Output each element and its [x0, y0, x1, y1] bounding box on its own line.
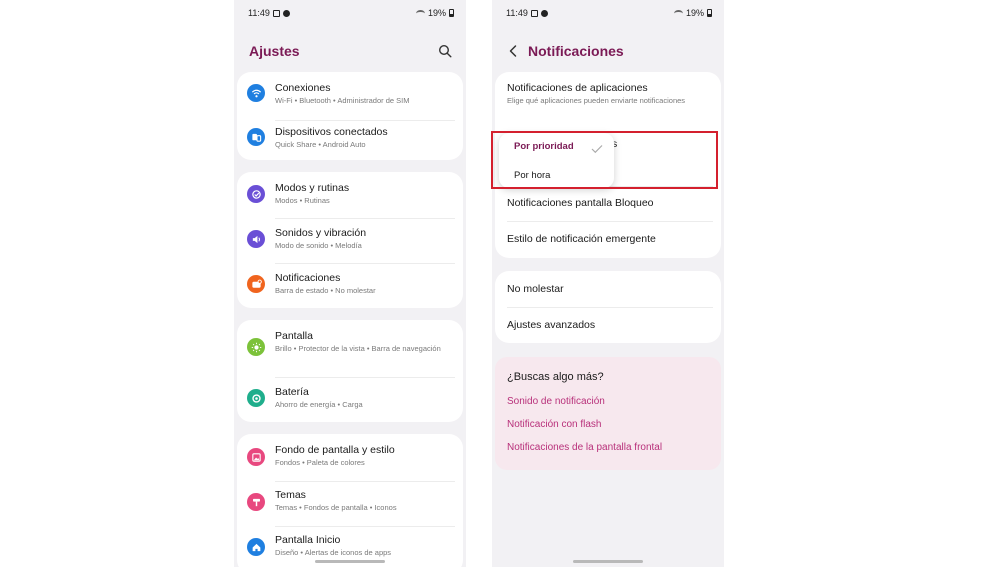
settings-group-display: Pantalla Brillo • Protector de la vista … — [237, 320, 463, 422]
item-subtitle: Elige qué aplicaciones pueden enviarte n… — [507, 96, 686, 105]
settings-item-connections[interactable]: Conexiones Wi-Fi • Bluetooth • Administr… — [237, 82, 463, 114]
settings-header: Ajustes — [249, 40, 452, 62]
settings-item-display[interactable]: Pantalla Brillo • Protector de la vista … — [237, 330, 463, 374]
divider — [275, 263, 455, 264]
settings-item-themes[interactable]: Temas Temas • Fondos de pantalla • Icono… — [237, 489, 463, 521]
settings-group-modes: Modos y rutinas Modos • Rutinas Sonidos … — [237, 172, 463, 308]
status-bar: 11:49 19% — [506, 7, 712, 19]
settings-item-notifications[interactable]: Notificaciones Barra de estado • No mole… — [237, 272, 463, 304]
navigation-handle[interactable] — [573, 560, 643, 563]
item-subtitle: Temas • Fondos de pantalla • Iconos — [275, 503, 397, 512]
notifications-screen: 11:49 19% Notificaciones Notificaciones … — [492, 0, 724, 567]
wallpaper-icon — [247, 448, 265, 466]
popup-style-item[interactable]: Estilo de notificación emergente — [507, 233, 711, 246]
settings-group-connections: Conexiones Wi-Fi • Bluetooth • Administr… — [237, 72, 463, 160]
wifi-icon — [247, 84, 265, 102]
settings-item-modes-routines[interactable]: Modos y rutinas Modos • Rutinas — [237, 182, 463, 214]
item-title: Pantalla Inicio — [275, 534, 341, 546]
item-subtitle: Fondos • Paleta de colores — [275, 458, 365, 467]
highlight-box — [491, 131, 718, 189]
advanced-settings-item[interactable]: Ajustes avanzados — [507, 319, 711, 332]
settings-screen: 11:49 19% Ajustes Conexiones Wi-Fi • Blu… — [234, 0, 466, 567]
battery-icon — [707, 9, 712, 17]
display-icon — [247, 338, 265, 356]
page-title: Ajustes — [249, 43, 300, 59]
gallery-icon — [272, 9, 280, 17]
divider — [275, 120, 455, 121]
item-title: Temas — [275, 489, 306, 501]
lock-screen-notifications-item[interactable]: Notificaciones pantalla Bloqueo — [507, 197, 711, 210]
navigation-handle[interactable] — [315, 560, 385, 563]
battery-level: 19% — [427, 8, 446, 18]
item-subtitle: Modos • Rutinas — [275, 196, 330, 205]
dnd-advanced-card: No molestar Ajustes avanzados — [495, 271, 721, 343]
link-notification-sound[interactable]: Sonido de notificación — [507, 396, 605, 407]
status-time: 11:49 — [248, 8, 270, 18]
divider — [275, 377, 455, 378]
sound-icon — [247, 230, 265, 248]
page-title: Notificaciones — [528, 43, 624, 59]
settings-item-wallpaper[interactable]: Fondo de pantalla y estilo Fondos • Pale… — [237, 444, 463, 476]
looking-for-more-card: ¿Buscas algo más? Sonido de notificación… — [495, 357, 721, 470]
item-title: Notificaciones — [275, 272, 341, 284]
more-title: ¿Buscas algo más? — [507, 371, 604, 383]
settings-item-connected-devices[interactable]: Dispositivos conectados Quick Share • An… — [237, 126, 463, 158]
notifications-header: Notificaciones — [507, 40, 710, 62]
divider — [275, 218, 455, 219]
item-title: Ajustes avanzados — [507, 319, 596, 331]
devices-icon — [247, 128, 265, 146]
item-title: Modos y rutinas — [275, 182, 350, 194]
item-title: No molestar — [507, 283, 564, 295]
item-subtitle: Ahorro de energía • Carga — [275, 400, 363, 409]
notification-dot-icon — [282, 9, 290, 17]
battery-icon — [449, 9, 454, 17]
divider — [507, 307, 713, 308]
link-flash-notification[interactable]: Notificación con flash — [507, 419, 602, 430]
settings-item-battery[interactable]: Batería Ahorro de energía • Carga — [237, 386, 463, 418]
back-arrow-icon[interactable] — [507, 44, 519, 58]
status-time: 11:49 — [506, 8, 528, 18]
app-notifications-item[interactable]: Notificaciones de aplicaciones Elige qué… — [507, 82, 711, 106]
do-not-disturb-item[interactable]: No molestar — [507, 283, 711, 296]
item-subtitle: Diseño • Alertas de iconos de apps — [275, 548, 392, 557]
home-icon — [247, 538, 265, 556]
item-subtitle: Barra de estado • No molestar — [275, 286, 376, 295]
item-title: Pantalla — [275, 330, 313, 342]
themes-icon — [247, 493, 265, 511]
divider — [507, 221, 713, 222]
item-subtitle: Brillo • Protector de la vista • Barra d… — [275, 344, 441, 353]
link-front-screen-notifications[interactable]: Notificaciones de la pantalla frontal — [507, 442, 662, 453]
item-title: Notificaciones pantalla Bloqueo — [507, 197, 654, 209]
notifications-icon — [247, 275, 265, 293]
search-icon[interactable] — [438, 44, 452, 58]
settings-group-wallpaper: Fondo de pantalla y estilo Fondos • Pale… — [237, 434, 463, 567]
item-title: Sonidos y vibración — [275, 227, 367, 239]
notification-dot-icon — [540, 9, 548, 17]
divider — [275, 481, 455, 482]
item-title: Fondo de pantalla y estilo — [275, 444, 395, 456]
item-subtitle: Wi-Fi • Bluetooth • Administrador de SIM — [275, 96, 410, 105]
item-title: Dispositivos conectados — [275, 126, 388, 138]
modes-icon — [247, 185, 265, 203]
item-title: Notificaciones de aplicaciones — [507, 82, 648, 94]
status-bar: 11:49 19% — [248, 7, 454, 19]
gallery-icon — [530, 9, 538, 17]
wifi-signal-icon — [673, 9, 683, 17]
divider — [275, 526, 455, 527]
wifi-signal-icon — [415, 9, 425, 17]
item-subtitle: Modo de sonido • Melodía — [275, 241, 362, 250]
settings-item-sounds[interactable]: Sonidos y vibración Modo de sonido • Mel… — [237, 227, 463, 259]
battery-level: 19% — [685, 8, 704, 18]
item-title: Batería — [275, 386, 309, 398]
item-title: Estilo de notificación emergente — [507, 233, 656, 245]
battery-icon — [247, 389, 265, 407]
item-subtitle: Quick Share • Android Auto — [275, 140, 366, 149]
item-title: Conexiones — [275, 82, 331, 94]
